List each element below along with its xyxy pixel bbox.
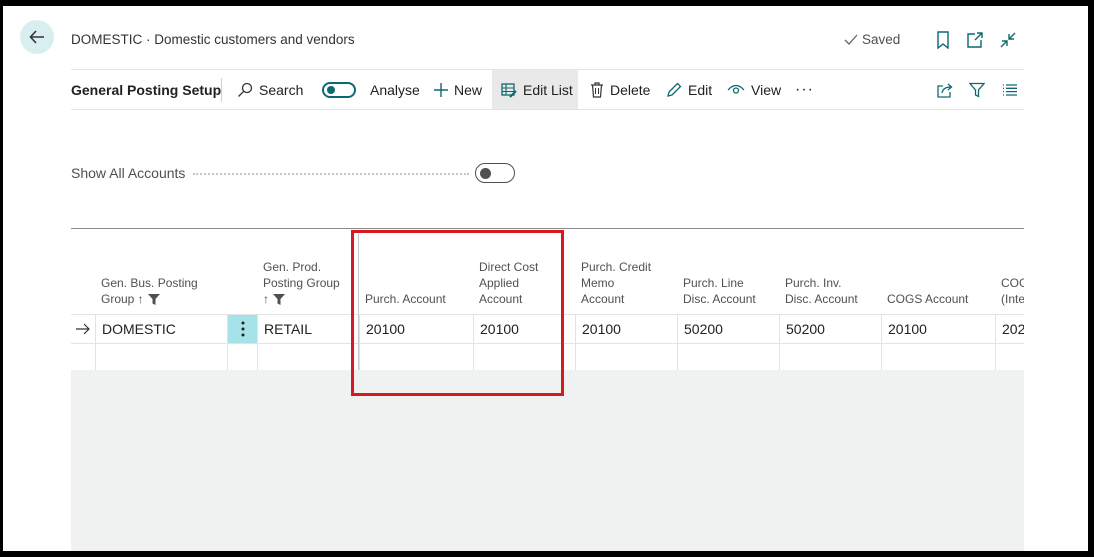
- column-header-gen-prod-posting-group[interactable]: Gen. Prod. Posting Group ↑: [263, 259, 340, 307]
- view-button[interactable]: View: [727, 70, 781, 109]
- saved-label: Saved: [862, 32, 901, 47]
- back-button[interactable]: [20, 20, 54, 54]
- edit-list-button[interactable]: Edit List: [501, 70, 573, 109]
- analyse-label: Analyse: [370, 81, 420, 98]
- cell-empty[interactable]: [258, 342, 360, 370]
- dotted-leader: [193, 173, 469, 175]
- trash-icon: [591, 81, 603, 98]
- filter-icon: [969, 82, 985, 98]
- row-selector[interactable]: [71, 315, 96, 343]
- edit-label: Edit: [688, 81, 713, 98]
- arrow-right-icon: [76, 323, 90, 335]
- row-selector-empty[interactable]: [71, 342, 96, 370]
- analyse-switch[interactable]: [322, 81, 356, 98]
- annotation-highlight-box: [351, 230, 564, 396]
- edit-list-icon: [501, 82, 517, 98]
- cell-purch-line-disc-account[interactable]: 50200: [678, 315, 780, 343]
- show-all-accounts-label: Show All Accounts: [71, 165, 186, 181]
- edit-button[interactable]: Edit: [666, 70, 712, 109]
- column-header-cogs-account[interactable]: COGS Account: [887, 291, 968, 307]
- filter-button[interactable]: [969, 70, 985, 109]
- delete-button[interactable]: Delete: [590, 70, 650, 109]
- cell-empty[interactable]: [780, 342, 882, 370]
- search-label: Search: [259, 81, 304, 98]
- column-header-purch-credit-memo-account[interactable]: Purch. Credit Memo Account: [581, 259, 651, 307]
- filter-icon: [147, 293, 160, 305]
- new-label: New: [454, 81, 483, 98]
- cell-gen-prod-posting-group[interactable]: RETAIL: [258, 315, 360, 343]
- section-divider: [71, 228, 1024, 229]
- view-label: View: [751, 81, 782, 98]
- new-button[interactable]: New: [434, 70, 482, 109]
- collapse-icon: [1000, 32, 1016, 48]
- edit-list-label: Edit List: [523, 81, 573, 98]
- cell-empty[interactable]: [576, 342, 678, 370]
- saved-status: Saved: [843, 32, 900, 47]
- filter-icon: [273, 293, 285, 305]
- column-header-purch-line-disc-account[interactable]: Purch. Line Disc. Account: [683, 275, 756, 307]
- cell-purch-inv-disc-account[interactable]: 50200: [780, 315, 882, 343]
- more-options-button[interactable]: ···: [795, 70, 814, 109]
- search-icon: [238, 82, 253, 97]
- column-header-cogs-interim[interactable]: COG (Inte: [1001, 275, 1024, 307]
- grid-empty-area: [71, 370, 1024, 551]
- cell-cogs-account[interactable]: 20100: [882, 315, 996, 343]
- cell-empty[interactable]: [96, 342, 228, 370]
- cell-gen-bus-posting-group[interactable]: DOMESTIC: [96, 315, 228, 343]
- share-icon: [937, 83, 953, 98]
- cell-empty[interactable]: [678, 342, 780, 370]
- column-header-gen-bus-posting-group[interactable]: Gen. Bus. Posting Group ↑: [101, 275, 198, 307]
- action-bar-separator: [221, 78, 222, 102]
- cell-empty[interactable]: [882, 342, 996, 370]
- eye-icon: [727, 84, 745, 94]
- app-window: DOMESTIC · Domestic customers and vendor…: [3, 6, 1088, 551]
- plus-icon: [434, 82, 448, 97]
- list-view-button[interactable]: [1002, 70, 1018, 109]
- delete-label: Delete: [610, 81, 651, 98]
- bookmark-icon: [937, 31, 949, 49]
- cell-empty[interactable]: [228, 342, 258, 370]
- cell-cogs-interim[interactable]: 202: [996, 315, 1024, 343]
- page-title: General Posting Setup: [71, 81, 222, 98]
- list-icon: [1003, 83, 1017, 96]
- action-bar: General Posting Setup Search Analyse New: [71, 69, 1024, 110]
- column-header-purch-inv-disc-account[interactable]: Purch. Inv. Disc. Account: [785, 275, 858, 307]
- open-in-new-window-icon: [967, 32, 983, 48]
- bookmark-button[interactable]: [933, 30, 953, 50]
- pencil-icon: [667, 82, 682, 97]
- open-new-window-button[interactable]: [965, 30, 985, 50]
- vertical-ellipsis-icon: [241, 321, 244, 337]
- cell-purch-credit-memo-account[interactable]: 20100: [576, 315, 678, 343]
- analyse-toggle[interactable]: Analyse: [322, 70, 420, 109]
- share-button[interactable]: [936, 70, 954, 109]
- search-button[interactable]: Search: [237, 70, 303, 109]
- page-caption: DOMESTIC · Domestic customers and vendor…: [71, 32, 355, 47]
- arrow-left-icon: [29, 30, 44, 44]
- collapse-button[interactable]: [998, 30, 1018, 50]
- show-all-accounts-toggle[interactable]: [475, 163, 515, 183]
- checkmark-icon: [844, 34, 858, 45]
- row-menu-button[interactable]: [228, 315, 258, 343]
